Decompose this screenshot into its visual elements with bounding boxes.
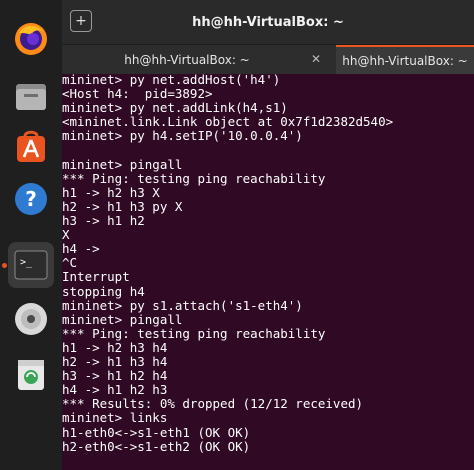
- app-store-icon: [17, 130, 45, 162]
- tab-label: hh@hh-VirtualBox: ~: [124, 52, 250, 67]
- dock-disc[interactable]: [8, 296, 54, 342]
- window-title: hh@hh-VirtualBox: ~: [192, 14, 344, 30]
- terminal-line: mininet> py net.addLink(h4,s1): [62, 100, 288, 116]
- terminal-line: h2 -> h1 h3 py X: [62, 198, 183, 214]
- terminal-line: Interrupt: [62, 269, 130, 285]
- svg-text:>_: >_: [20, 257, 33, 268]
- terminal-line: h3 -> h1 h2: [62, 213, 145, 228]
- tab-1[interactable]: hh@hh-VirtualBox: ~ ✕: [62, 45, 336, 74]
- svg-text:?: ?: [25, 187, 37, 211]
- terminal-line: h2 -> h1 h3 h4: [62, 354, 168, 369]
- terminal-line: <mininet.link.Link object at 0x7f1d2382d…: [62, 114, 394, 130]
- terminal-line: mininet> pingall: [62, 156, 183, 172]
- help-icon: ?: [15, 183, 47, 215]
- dock-terminal[interactable]: >_: [8, 242, 54, 288]
- close-icon[interactable]: ✕: [308, 51, 324, 67]
- terminal-window: + hh@hh-VirtualBox: ~ hh@hh-VirtualBox: …: [62, 0, 474, 470]
- terminal-line: h1-eth0<->s1-eth1 (OK OK): [62, 424, 251, 440]
- running-indicator: [2, 263, 7, 268]
- terminal-line: mininet> py h4.setIP('10.0.0.4'): [62, 128, 303, 144]
- firefox-icon: [15, 23, 47, 55]
- terminal-line: h4 -> h1 h2 h3: [62, 382, 168, 398]
- terminal-line: *** Ping: testing ping reachability: [62, 170, 326, 186]
- terminal-line: mininet> pingall: [62, 311, 183, 327]
- tab-label: hh@hh-VirtualBox: ~: [342, 53, 468, 68]
- terminal-line: mininet> py s1.attach('s1-eth4'): [62, 297, 303, 313]
- terminal-line: ^C: [62, 255, 78, 271]
- terminal-line: h2-eth0<->s1-eth2 (OK OK): [62, 438, 251, 454]
- plus-icon: +: [75, 13, 87, 29]
- terminal-line: h3 -> h1 h2 h4: [62, 368, 168, 384]
- files-icon: [16, 84, 46, 110]
- new-tab-button[interactable]: +: [70, 10, 92, 32]
- terminal-line: <Host h4: pid=3892>: [62, 86, 213, 102]
- titlebar: + hh@hh-VirtualBox: ~: [62, 0, 474, 44]
- dock-help[interactable]: ?: [8, 176, 54, 222]
- dock: ? >_: [0, 0, 63, 470]
- terminal-line: X: [62, 227, 70, 243]
- terminal-line: *** Results: 0% dropped (12/12 received): [62, 396, 364, 412]
- terminal-line: stopping h4: [62, 283, 145, 299]
- terminal-line: mininet> py net.addHost('h4'): [62, 73, 281, 87]
- terminal-line: *** Ping: testing ping reachability: [62, 325, 326, 341]
- optical-disc-icon: [15, 303, 47, 335]
- trash-icon: [18, 360, 44, 390]
- dock-files[interactable]: [8, 74, 54, 120]
- terminal-line: h1 -> h2 h3 h4: [62, 339, 168, 355]
- dock-firefox[interactable]: [8, 16, 54, 62]
- dock-app-store[interactable]: [8, 124, 54, 170]
- terminal-icon: >_: [14, 250, 48, 280]
- terminal-output[interactable]: mininet> py net.addHost('h4') <Host h4: p…: [62, 73, 474, 470]
- tab-bar: hh@hh-VirtualBox: ~ ✕ hh@hh-VirtualBox: …: [62, 44, 474, 74]
- terminal-line: h1 -> h2 h3 X: [62, 184, 160, 200]
- dock-trash[interactable]: [8, 352, 54, 398]
- terminal-line: h4 ->: [62, 241, 100, 257]
- terminal-line: mininet> links: [62, 410, 168, 426]
- tab-2[interactable]: hh@hh-VirtualBox: ~: [336, 45, 474, 74]
